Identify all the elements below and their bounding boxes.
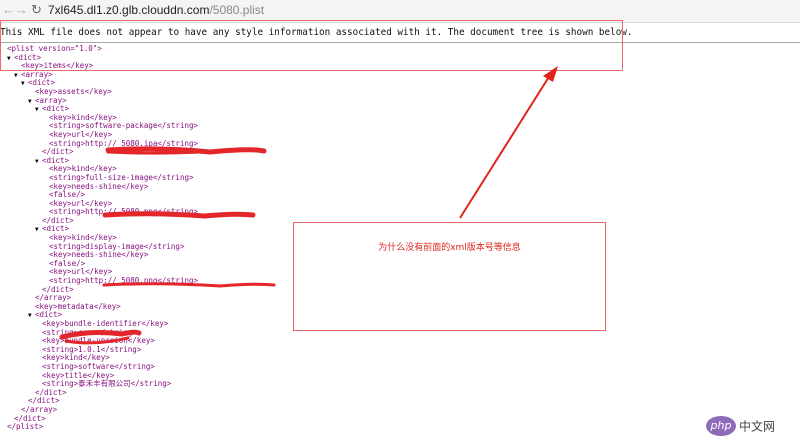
watermark-text: 中文网 — [739, 419, 776, 434]
redaction-scribble — [59, 329, 142, 340]
redaction-scribble — [102, 211, 256, 219]
annotation-arrow-head — [543, 66, 558, 82]
php-logo-icon: php — [706, 416, 736, 436]
site-watermark: php 中文网 — [706, 416, 775, 436]
annotation-arrow-line — [459, 71, 553, 219]
redaction-scribble — [64, 336, 130, 345]
annotation-note-text: 为什么没有前面的xml版本号等信息 — [378, 243, 521, 253]
redaction-scribble — [102, 282, 276, 288]
annotation-note-box: 为什么没有前面的xml版本号等信息 — [293, 222, 606, 331]
